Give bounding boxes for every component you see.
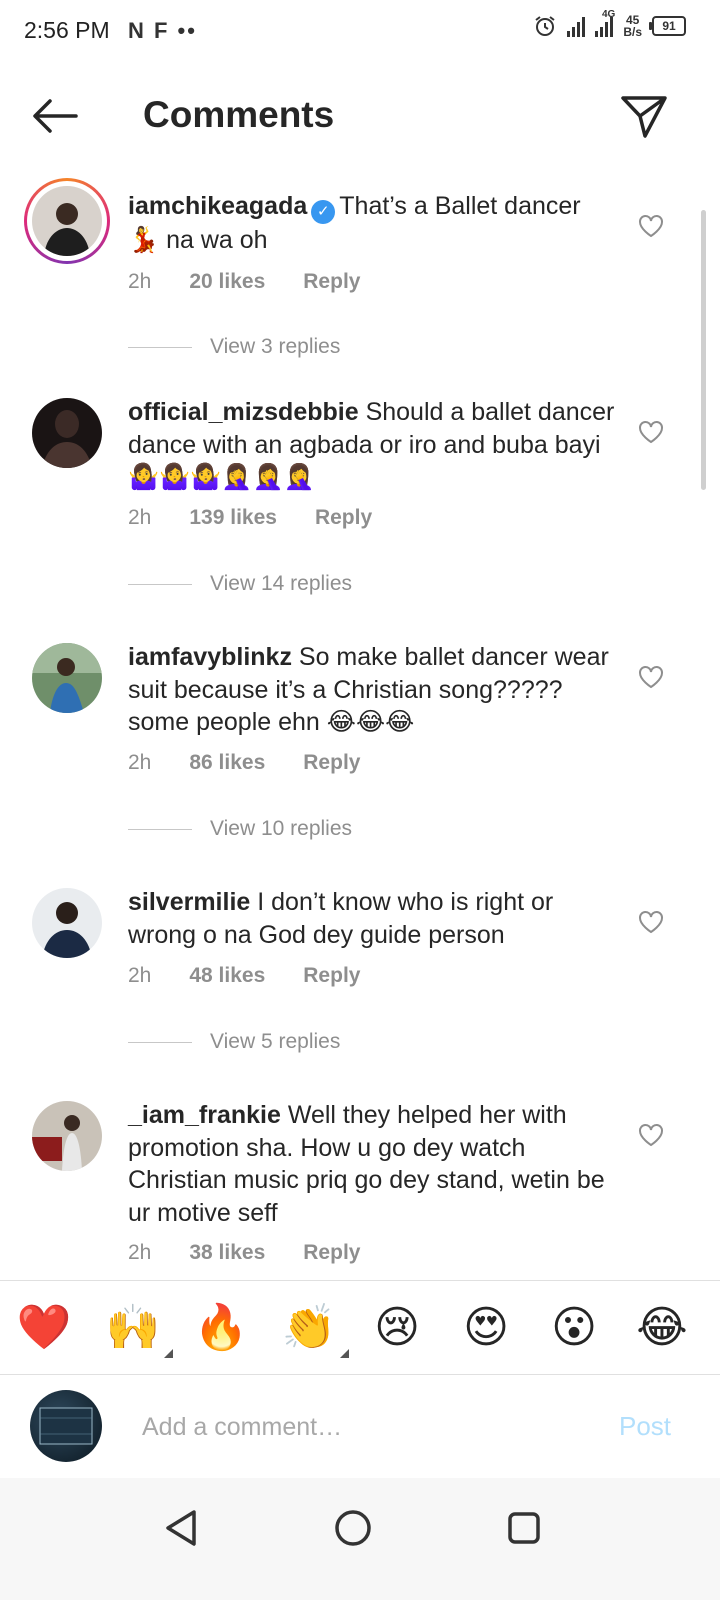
quick-reactions-bar: ❤️ 🙌 🔥 👏 😢 😍 😮 😂 — [0, 1282, 720, 1374]
comment-meta: 2h 38 likes Reply — [128, 1241, 360, 1265]
post-button[interactable]: Post — [619, 1411, 671, 1442]
comment-meta: 2h 48 likes Reply — [128, 964, 360, 988]
network-speed: 45 B/s — [623, 14, 642, 38]
view-replies-button[interactable]: View 3 replies — [128, 335, 340, 359]
reply-button[interactable]: Reply — [303, 751, 360, 775]
status-time: 2:56 PM — [24, 17, 110, 43]
raised-hands-icon: 🙌 — [105, 1303, 161, 1352]
status-bar: 2:56 PM N F •• 4G 45 B/s 91 — [0, 0, 720, 64]
avatar[interactable] — [32, 643, 102, 713]
reply-button[interactable]: Reply — [303, 1241, 360, 1265]
network-speed-unit: B/s — [623, 25, 642, 39]
reaction-heart-eyes-button[interactable]: 😍 — [458, 1300, 514, 1356]
skin-tone-indicator — [340, 1349, 349, 1358]
heart-icon[interactable] — [638, 420, 664, 444]
square-recents-icon — [508, 1512, 540, 1544]
divider — [0, 1374, 720, 1375]
avatar[interactable] — [32, 1101, 102, 1171]
comment-meta: 2h 139 likes Reply — [128, 506, 372, 530]
comment-likes[interactable]: 48 likes — [189, 964, 265, 988]
triangle-back-icon — [166, 1510, 196, 1546]
comment-time: 2h — [128, 964, 152, 987]
skin-tone-indicator — [164, 1349, 173, 1358]
avatar[interactable] — [32, 888, 102, 958]
comment-likes[interactable]: 20 likes — [189, 270, 265, 294]
comments-list[interactable]: iamchikeagada ✓ That’s a Ballet dancer 💃 n… — [0, 170, 720, 1280]
view-replies-label: View 10 replies — [210, 817, 353, 840]
reply-button[interactable]: Reply — [303, 270, 360, 294]
comment-text: iamchikeagada ✓ That’s a Ballet dancer 💃 n… — [128, 190, 618, 257]
divider — [0, 1280, 720, 1281]
verified-badge-icon: ✓ — [311, 200, 336, 224]
signal-icon — [567, 15, 586, 37]
arrow-left-icon — [33, 99, 78, 133]
reaction-laughing-button[interactable]: 😂 — [634, 1300, 690, 1356]
comment-likes[interactable]: 86 likes — [189, 751, 265, 775]
view-replies-button[interactable]: View 14 replies — [128, 572, 352, 596]
comment-time: 2h — [128, 751, 152, 774]
reaction-crying-button[interactable]: 😢 — [369, 1300, 425, 1356]
reply-button[interactable]: Reply — [315, 506, 372, 530]
comment-time: 2h — [128, 270, 152, 293]
avatar[interactable] — [32, 398, 102, 468]
reaction-raised-hands-button[interactable]: 🙌 — [105, 1300, 173, 1358]
alarm-icon — [535, 16, 555, 36]
my-avatar — [30, 1390, 102, 1462]
heart-icon[interactable] — [638, 910, 664, 934]
page-title: Comments — [143, 94, 335, 135]
scrollbar[interactable] — [701, 210, 706, 490]
nav-recents-button[interactable] — [494, 1498, 554, 1558]
comment-likes[interactable]: 139 likes — [189, 506, 277, 530]
reaction-fire-button[interactable]: 🔥 — [193, 1300, 249, 1356]
comment-text: official_mizsdebbie Should a ballet danc… — [128, 396, 618, 494]
comment-input[interactable] — [140, 1404, 584, 1450]
comment-time: 2h — [128, 1241, 152, 1264]
nav-back-button[interactable] — [152, 1498, 212, 1558]
battery-icon: 91 — [649, 16, 686, 36]
comment-username[interactable]: _iam_frankie — [128, 1101, 281, 1129]
reaction-heart-button[interactable]: ❤️ — [16, 1300, 72, 1356]
comment-meta: 2h 20 likes Reply — [128, 270, 360, 294]
view-replies-label: View 5 replies — [210, 1030, 341, 1053]
avatar-artwork — [39, 1407, 93, 1445]
comment-time: 2h — [128, 506, 152, 529]
comment-username[interactable]: iamchikeagada — [128, 192, 307, 220]
share-button[interactable] — [620, 94, 668, 140]
comment-text: silvermilie I don’t know who is right or… — [128, 886, 618, 951]
send-icon — [621, 96, 667, 138]
signal-4g-icon: 4G — [595, 9, 615, 37]
comment-composer: Post — [0, 1376, 720, 1476]
comment-likes[interactable]: 38 likes — [189, 1241, 265, 1265]
avatar[interactable] — [32, 186, 102, 256]
comment-username[interactable]: iamfavyblinkz — [128, 643, 292, 671]
network-type: 4G — [601, 9, 616, 20]
heart-icon[interactable] — [638, 665, 664, 689]
reaction-surprised-button[interactable]: 😮 — [546, 1300, 602, 1356]
view-replies-button[interactable]: View 10 replies — [128, 817, 352, 841]
heart-icon[interactable] — [638, 1123, 664, 1147]
reply-button[interactable]: Reply — [303, 964, 360, 988]
back-button[interactable] — [30, 96, 80, 136]
story-ring[interactable] — [24, 178, 110, 264]
comment-username[interactable]: official_mizsdebbie — [128, 398, 359, 426]
view-replies-label: View 3 replies — [210, 335, 341, 358]
comment-username[interactable]: silvermilie — [128, 888, 250, 916]
clapping-hands-icon: 👏 — [281, 1303, 337, 1352]
system-nav-bar — [0, 1478, 720, 1600]
notification-icons: N F •• — [128, 18, 197, 43]
header: Comments — [0, 72, 720, 162]
view-replies-label: View 14 replies — [210, 572, 353, 595]
view-replies-button[interactable]: View 5 replies — [128, 1030, 340, 1054]
comment-text: iamfavyblinkz So make ballet dancer wear… — [128, 641, 618, 739]
status-indicators: 4G 45 B/s 91 — [533, 9, 686, 38]
reaction-clap-button[interactable]: 👏 — [281, 1300, 349, 1358]
circle-home-icon — [335, 1510, 371, 1546]
heart-icon[interactable] — [638, 214, 664, 238]
comment-meta: 2h 86 likes Reply — [128, 751, 360, 775]
comment-text: _iam_frankie Well they helped her with p… — [128, 1099, 618, 1229]
nav-home-button[interactable] — [323, 1498, 383, 1558]
